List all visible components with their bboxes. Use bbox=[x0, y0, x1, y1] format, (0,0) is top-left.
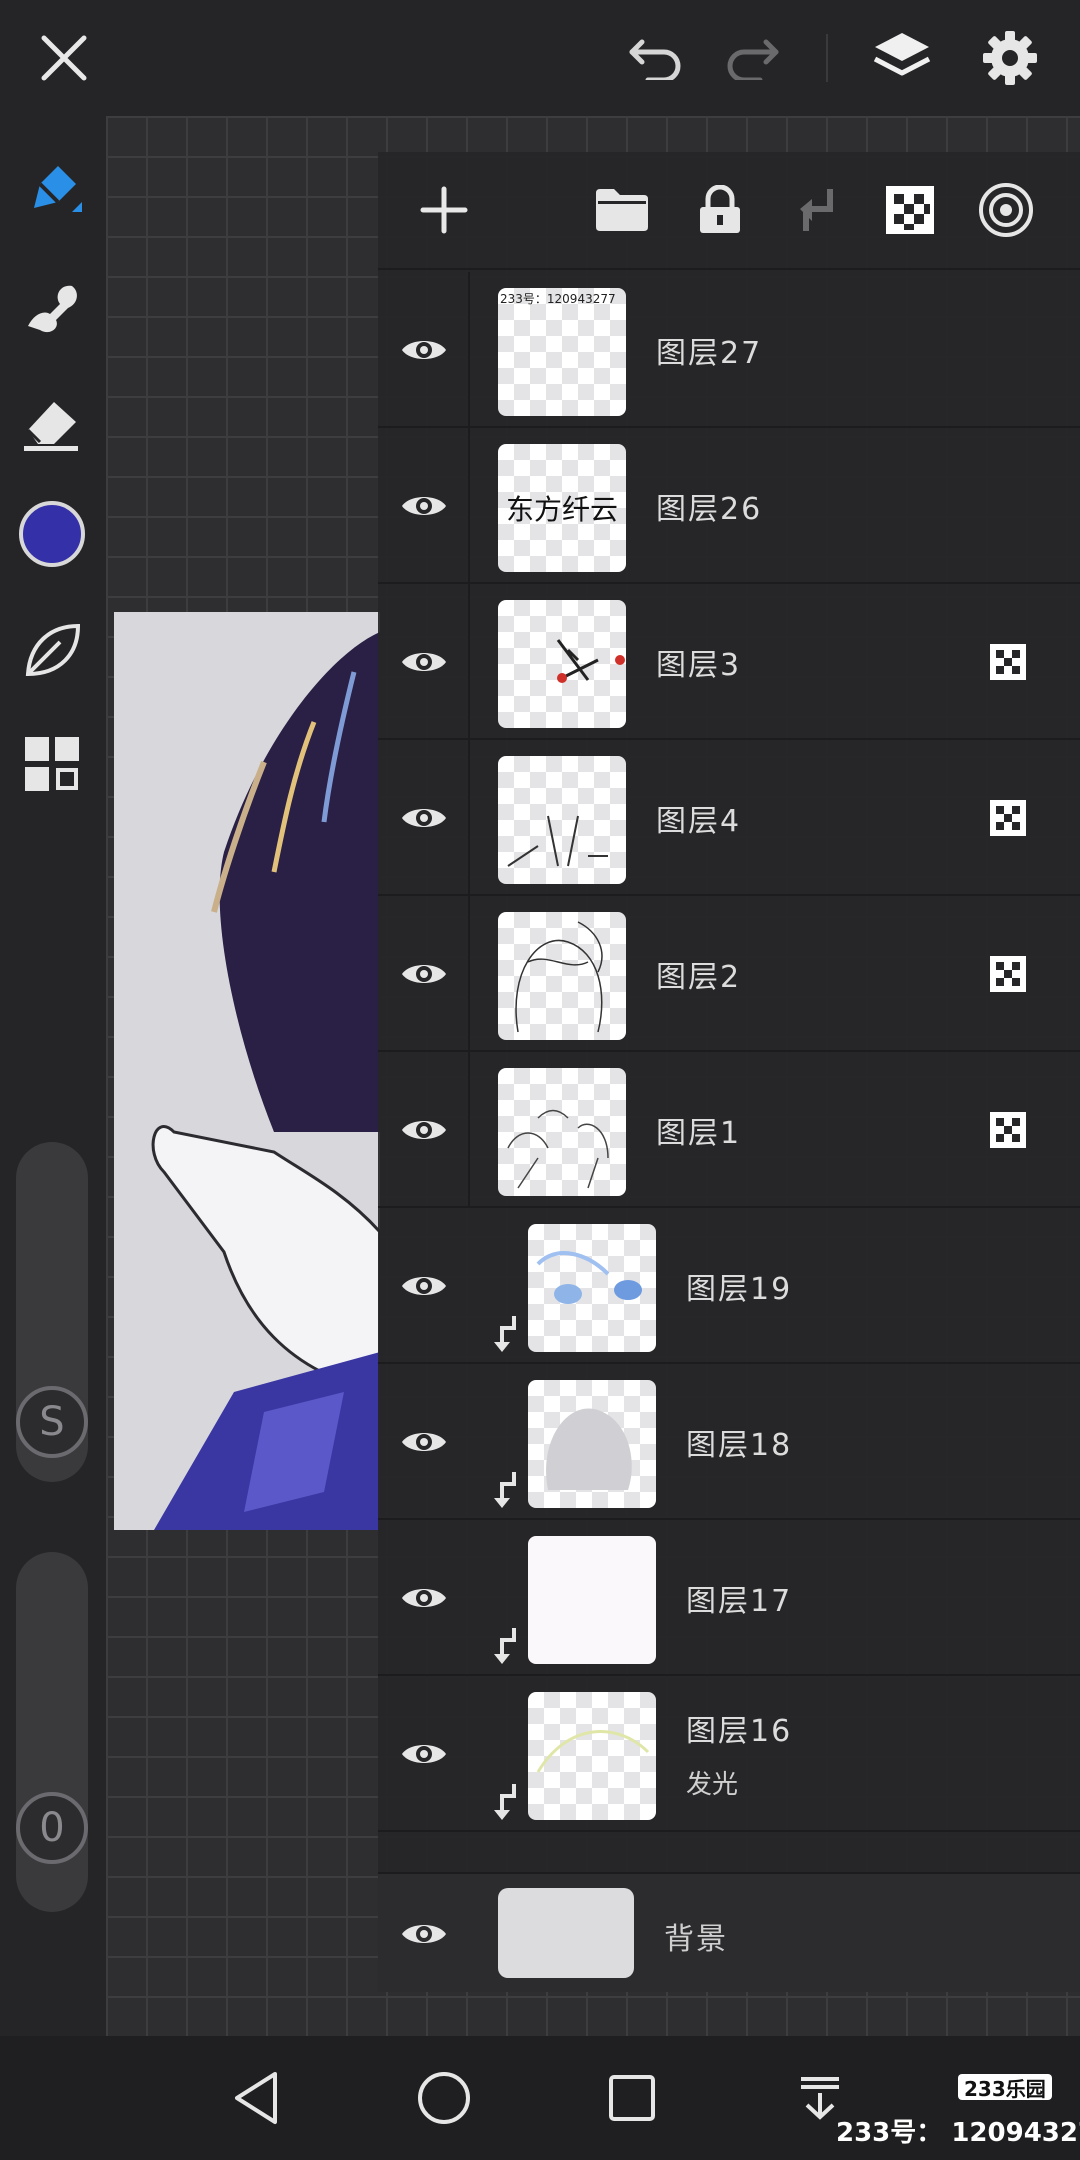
layer-name: 图层18 bbox=[686, 1428, 793, 1463]
layer-name: 图层2 bbox=[656, 960, 742, 995]
layer-subtitle: 发光 bbox=[686, 1770, 739, 1800]
layer-thumbnail: 233号：120943277 bbox=[498, 288, 626, 416]
clipping-arrow-icon bbox=[494, 1472, 516, 1508]
layer-row[interactable]: 图层2 bbox=[378, 896, 1080, 1052]
background-layer-row[interactable]: 背景 bbox=[378, 1872, 1080, 1992]
layer-row[interactable]: 图层3 bbox=[378, 584, 1080, 740]
layer-thumbnail bbox=[528, 1380, 656, 1508]
eye-icon[interactable] bbox=[394, 1724, 454, 1784]
settings-icon[interactable] bbox=[970, 18, 1050, 98]
layer-name: 图层27 bbox=[656, 336, 763, 371]
layer-row[interactable]: 图层1 bbox=[378, 1052, 1080, 1208]
add-layer-icon[interactable] bbox=[406, 172, 482, 248]
clip-icon[interactable] bbox=[778, 172, 854, 248]
background-thumbnail bbox=[498, 1888, 634, 1978]
blend-mode-icon[interactable] bbox=[968, 172, 1044, 248]
eye-icon[interactable] bbox=[394, 1568, 454, 1628]
eye-icon[interactable] bbox=[394, 1256, 454, 1316]
layers-panel-toolbar bbox=[378, 152, 1080, 270]
layer-name: 图层3 bbox=[656, 648, 742, 683]
layer-thumbnail bbox=[528, 1224, 656, 1352]
clipping-arrow-icon bbox=[494, 1316, 516, 1352]
eye-icon[interactable] bbox=[394, 1904, 454, 1964]
layer-thumbnail bbox=[528, 1692, 656, 1820]
layers-panel: 233号：120943277 图层27 东方纤云 图层26 图层3 图层4 图层… bbox=[378, 152, 1080, 1992]
layer-row[interactable]: 图层16 发光 bbox=[378, 1676, 1080, 1832]
layer-thumbnail bbox=[498, 912, 626, 1040]
row-divider bbox=[468, 272, 470, 428]
layer-thumbnail: 东方纤云 bbox=[498, 444, 626, 572]
grid-icon[interactable] bbox=[12, 724, 92, 804]
smudge-icon[interactable] bbox=[12, 266, 92, 346]
back-icon[interactable] bbox=[216, 2058, 296, 2138]
eye-icon[interactable] bbox=[394, 944, 454, 1004]
undo-icon[interactable] bbox=[616, 18, 696, 98]
layer-row[interactable]: 东方纤云 图层26 bbox=[378, 428, 1080, 584]
clipping-arrow-icon bbox=[494, 1628, 516, 1664]
watermark-text: 233号： 120943277 bbox=[836, 2118, 1080, 2148]
layer-row[interactable]: 图层18 bbox=[378, 1364, 1080, 1520]
row-divider bbox=[468, 740, 470, 896]
row-divider bbox=[468, 428, 470, 584]
eye-icon[interactable] bbox=[394, 788, 454, 848]
artwork-canvas[interactable] bbox=[114, 612, 380, 1530]
row-divider bbox=[468, 1052, 470, 1208]
home-icon[interactable] bbox=[404, 2058, 484, 2138]
eye-icon[interactable] bbox=[394, 1412, 454, 1472]
toolbar-divider bbox=[826, 34, 828, 82]
alpha-lock-icon[interactable] bbox=[988, 1110, 1028, 1150]
layer-name: 图层4 bbox=[656, 804, 742, 839]
brush-size-knob[interactable]: S bbox=[16, 1386, 88, 1458]
layer-row[interactable]: 图层19 bbox=[378, 1208, 1080, 1364]
eraser-icon[interactable] bbox=[12, 382, 92, 462]
alpha-lock-icon[interactable] bbox=[988, 954, 1028, 994]
layer-thumbnail bbox=[528, 1536, 656, 1664]
layer-row[interactable]: 233号：120943277 图层27 bbox=[378, 272, 1080, 428]
watermark-logo: 233乐园 bbox=[958, 2074, 1052, 2101]
eye-icon[interactable] bbox=[394, 476, 454, 536]
layer-row[interactable]: 图层4 bbox=[378, 740, 1080, 896]
recents-icon[interactable] bbox=[592, 2058, 672, 2138]
layer-name: 图层19 bbox=[686, 1272, 793, 1307]
color-swatch[interactable] bbox=[12, 494, 92, 574]
layer-name: 背景 bbox=[664, 1922, 728, 1957]
folder-icon[interactable] bbox=[584, 172, 660, 248]
layer-name: 图层1 bbox=[656, 1116, 742, 1151]
row-divider bbox=[468, 896, 470, 1052]
redo-icon[interactable] bbox=[712, 18, 792, 98]
layer-thumbnail bbox=[498, 756, 626, 884]
clipping-arrow-icon bbox=[494, 1784, 516, 1820]
opacity-knob[interactable]: 0 bbox=[16, 1792, 88, 1864]
system-navbar: 233乐园 233号： 120943277 bbox=[0, 2036, 1080, 2160]
left-toolbar: S 0 bbox=[0, 116, 106, 2036]
close-icon[interactable] bbox=[24, 18, 104, 98]
layer-thumbnail bbox=[498, 1068, 626, 1196]
layer-name: 图层17 bbox=[686, 1584, 793, 1619]
lock-icon[interactable] bbox=[682, 172, 758, 248]
alpha-lock-icon[interactable] bbox=[988, 798, 1028, 838]
layer-name: 图层16 bbox=[686, 1714, 793, 1749]
top-toolbar bbox=[0, 0, 1080, 116]
pen-icon[interactable] bbox=[12, 150, 92, 230]
eye-icon[interactable] bbox=[394, 320, 454, 380]
eye-icon[interactable] bbox=[394, 1100, 454, 1160]
alpha-lock-icon[interactable] bbox=[988, 642, 1028, 682]
row-divider bbox=[468, 584, 470, 740]
leaf-icon[interactable] bbox=[12, 610, 92, 690]
layers-icon[interactable] bbox=[862, 18, 942, 98]
layer-name: 图层26 bbox=[656, 492, 763, 527]
layer-thumbnail bbox=[498, 600, 626, 728]
eye-icon[interactable] bbox=[394, 632, 454, 692]
layer-row[interactable]: 图层17 bbox=[378, 1520, 1080, 1676]
alpha-lock-icon[interactable] bbox=[872, 172, 948, 248]
